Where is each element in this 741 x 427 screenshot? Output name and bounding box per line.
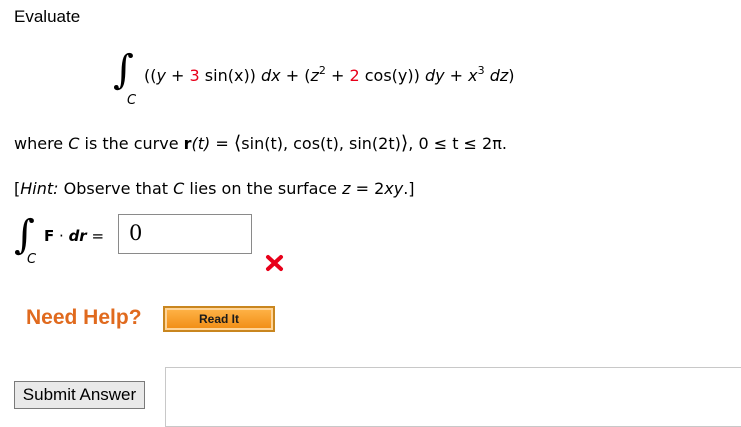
- x-mark-icon: [266, 255, 283, 271]
- read-it-button[interactable]: Read It: [163, 306, 275, 332]
- integrand: ((y + 3 sin(x)) dx + (z2 + 2 cos(y)) dy …: [144, 64, 515, 85]
- integral-subscript: C: [127, 93, 137, 108]
- integral-sign: ∫: [113, 47, 134, 93]
- hint-text: [Hint: Observe that C lies on the surfac…: [14, 179, 415, 198]
- answer-integral-subscript: C: [27, 252, 37, 267]
- feedback-panel: [165, 367, 741, 427]
- question-prompt: Evaluate: [14, 7, 81, 26]
- curve-definition: where C is the curve r(t) = ⟨sin(t), cos…: [14, 132, 507, 154]
- need-help-label: Need Help?: [26, 306, 142, 329]
- answer-input[interactable]: 0: [118, 214, 252, 254]
- submit-answer-button[interactable]: Submit Answer: [14, 381, 145, 409]
- answer-integral-sign: ∫: [14, 212, 35, 258]
- answer-label: F · dr =: [44, 227, 105, 245]
